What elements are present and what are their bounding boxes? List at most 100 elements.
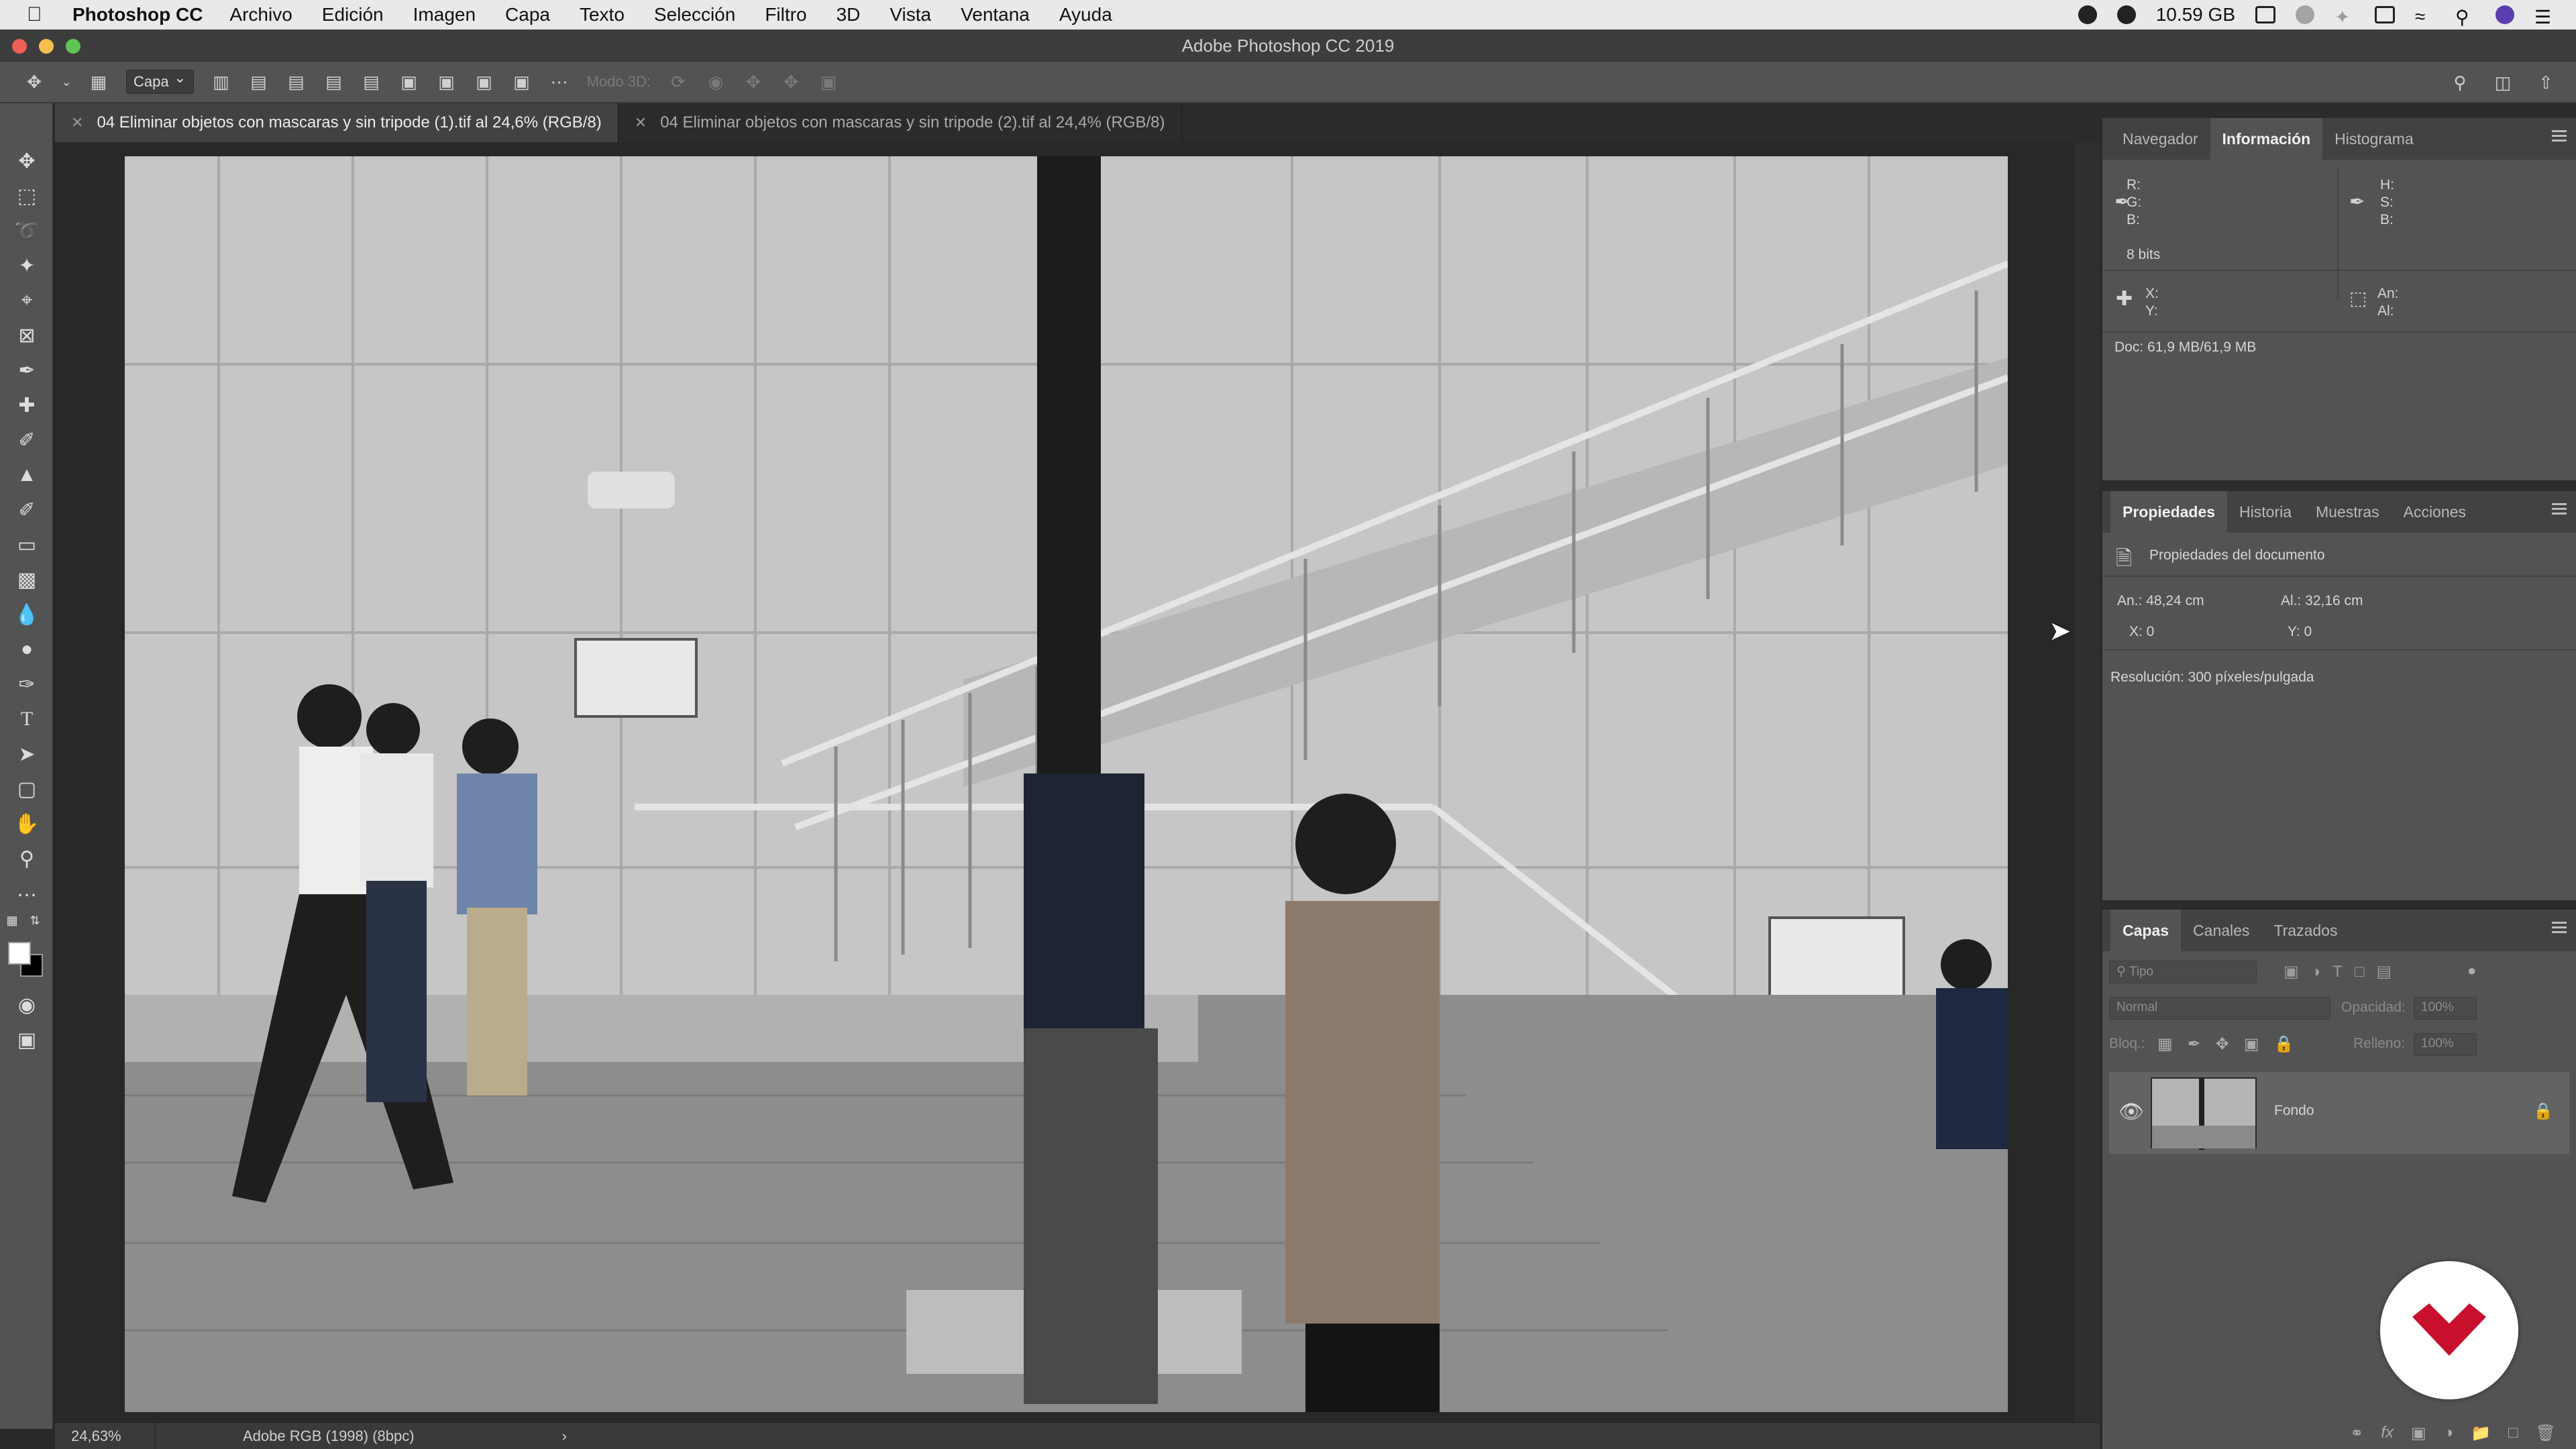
menu-archivo[interactable]: Archivo	[229, 4, 292, 25]
panel-menu-icon[interactable]	[2552, 130, 2567, 145]
apple-icon[interactable]: 	[27, 3, 62, 26]
tab-document-1[interactable]: ✕ 04 Eliminar objetos con mascaras y sin…	[55, 103, 619, 142]
siri-icon[interactable]	[2496, 5, 2514, 24]
link-layers-icon[interactable]: ⚭	[2350, 1424, 2363, 1443]
menu-ventana[interactable]: Ventana	[961, 4, 1030, 25]
layer-row[interactable]: 👁 Fondo 🔒	[2109, 1072, 2569, 1154]
menu-vista[interactable]: Vista	[890, 4, 931, 25]
slide-3d-icon[interactable]: ✥	[781, 72, 801, 92]
path-selection-tool[interactable]: ➤	[12, 739, 42, 769]
align-top-icon[interactable]: ▣	[399, 72, 419, 92]
orbit-3d-icon[interactable]: ⟳	[668, 72, 688, 92]
tab-capas[interactable]: Capas	[2110, 910, 2182, 951]
align-right-icon[interactable]: ▤	[324, 72, 344, 92]
align-bottom-icon[interactable]: ▣	[474, 72, 494, 92]
align-left-icon[interactable]: ▤	[249, 72, 269, 92]
default-colors-icon[interactable]: ▦	[4, 912, 20, 928]
visibility-eye-icon[interactable]: 👁	[2118, 1100, 2144, 1124]
menu-seleccion[interactable]: Selección	[654, 4, 735, 25]
y-value[interactable]: Y: 0	[2288, 624, 2312, 640]
screen-mode-icon[interactable]: ▣	[12, 1025, 42, 1055]
camera-3d-icon[interactable]: ▣	[818, 72, 839, 92]
zoom-level[interactable]: 24,63%	[55, 1422, 156, 1449]
sync-icon[interactable]	[2296, 5, 2314, 24]
align-middle-icon[interactable]: ▣	[437, 72, 457, 92]
x-value[interactable]: X: 0	[2129, 624, 2154, 640]
panel-menu-icon[interactable]	[2552, 922, 2567, 936]
adjustment-layer-icon[interactable]: ◑	[2444, 1424, 2454, 1442]
menu-filtro[interactable]: Filtro	[765, 4, 806, 25]
crop-tool[interactable]: ⌖	[12, 286, 42, 315]
tab-histograma[interactable]: Histograma	[2322, 118, 2426, 160]
tab-propiedades[interactable]: Propiedades	[2110, 491, 2228, 533]
more-options-icon[interactable]: ⋯	[549, 72, 570, 92]
app-menu[interactable]: Photoshop CC	[72, 4, 203, 25]
share-icon[interactable]: ⇧	[2536, 72, 2556, 93]
layer-style-fx-icon[interactable]: fx	[2381, 1424, 2394, 1442]
swap-colors-icon[interactable]: ⇅	[27, 912, 43, 928]
hand-tool[interactable]: ✋	[12, 809, 42, 839]
distribute-vertical-icon[interactable]: ▣	[512, 72, 532, 92]
menu-3d[interactable]: 3D	[837, 4, 861, 25]
menu-ayuda[interactable]: Ayuda	[1059, 4, 1112, 25]
fill-field[interactable]: 100%	[2414, 1033, 2477, 1056]
layer-name[interactable]: Fondo	[2274, 1103, 2314, 1119]
pen-tool[interactable]: ✑	[12, 669, 42, 699]
airplay-icon[interactable]	[2375, 6, 2395, 23]
close-window-button[interactable]	[12, 39, 27, 54]
type-tool[interactable]: T	[12, 704, 42, 734]
magic-wand-tool[interactable]: ✦	[12, 251, 42, 280]
move-tool-icon[interactable]: ✥	[24, 72, 44, 92]
wifi-icon[interactable]: ≈	[2415, 6, 2435, 27]
bluetooth-icon[interactable]: ✦	[2334, 6, 2355, 28]
tab-acciones[interactable]: Acciones	[2392, 491, 2478, 533]
move-tool[interactable]: ✥	[12, 146, 42, 176]
status-menu-arrow-icon[interactable]: ›	[562, 1428, 567, 1445]
edit-toolbar-icon[interactable]: ⋯	[12, 880, 42, 910]
menu-imagen[interactable]: Imagen	[413, 4, 476, 25]
blur-tool[interactable]: 💧	[12, 600, 42, 629]
blend-mode-select[interactable]: Normal	[2109, 997, 2330, 1020]
align-center-icon[interactable]: ▤	[286, 72, 307, 92]
close-tab-icon[interactable]: ✕	[71, 114, 83, 131]
tab-historia[interactable]: Historia	[2227, 491, 2304, 533]
shape-tool[interactable]: ▢	[12, 774, 42, 804]
transform-controls-icon[interactable]: ▥	[211, 72, 231, 92]
brush-tool[interactable]: ✐	[12, 425, 42, 455]
vertical-scrollbar[interactable]	[2074, 142, 2100, 1422]
auto-select-dropdown[interactable]: Capa	[126, 69, 194, 94]
tab-canales[interactable]: Canales	[2181, 910, 2261, 951]
panel-menu-icon[interactable]	[2552, 503, 2567, 518]
menu-texto[interactable]: Texto	[580, 4, 625, 25]
close-tab-icon[interactable]: ✕	[635, 114, 647, 131]
spotlight-search-icon[interactable]: ⚲	[2455, 6, 2475, 28]
zoom-tool[interactable]: ⚲	[12, 844, 42, 873]
width-value[interactable]: An.: 48,24 cm	[2117, 593, 2204, 609]
memory-icon[interactable]	[2116, 5, 2136, 24]
drag-3d-icon[interactable]: ✥	[743, 72, 763, 92]
add-mask-icon[interactable]: ▣	[2411, 1424, 2426, 1443]
eyedropper-tool[interactable]: ✒	[12, 356, 42, 385]
foreground-color-swatch[interactable]	[8, 942, 31, 965]
tab-navegador[interactable]: Navegador	[2110, 118, 2210, 160]
layer-filter-search[interactable]: ⚲ Tipo	[2109, 961, 2257, 983]
tab-document-2[interactable]: ✕ 04 Eliminar objetos con mascaras y sin…	[619, 103, 1182, 142]
distribute-icon[interactable]: ▤	[362, 72, 382, 92]
filter-toggle-icon[interactable]: ●	[2467, 962, 2476, 979]
opacity-field[interactable]: 100%	[2414, 997, 2477, 1020]
notification-center-icon[interactable]: ☰	[2534, 6, 2555, 28]
creative-cloud-icon[interactable]	[2078, 5, 2097, 24]
document-photo[interactable]	[125, 156, 2008, 1412]
healing-brush-tool[interactable]: ✚	[12, 390, 42, 420]
dodge-tool[interactable]: ●	[12, 635, 42, 664]
roll-3d-icon[interactable]: ◉	[706, 72, 726, 92]
menu-capa[interactable]: Capa	[505, 4, 550, 25]
minimize-window-button[interactable]	[39, 39, 54, 54]
tab-trazados[interactable]: Trazados	[2261, 910, 2349, 951]
height-value[interactable]: Al.: 32,16 cm	[2281, 593, 2363, 609]
menu-edicion[interactable]: Edición	[322, 4, 384, 25]
history-brush-tool[interactable]: ✐	[12, 495, 42, 525]
display-icon[interactable]	[2255, 6, 2275, 23]
workspace-icon[interactable]: ◫	[2493, 72, 2513, 93]
frame-tool[interactable]: ⊠	[12, 321, 42, 350]
